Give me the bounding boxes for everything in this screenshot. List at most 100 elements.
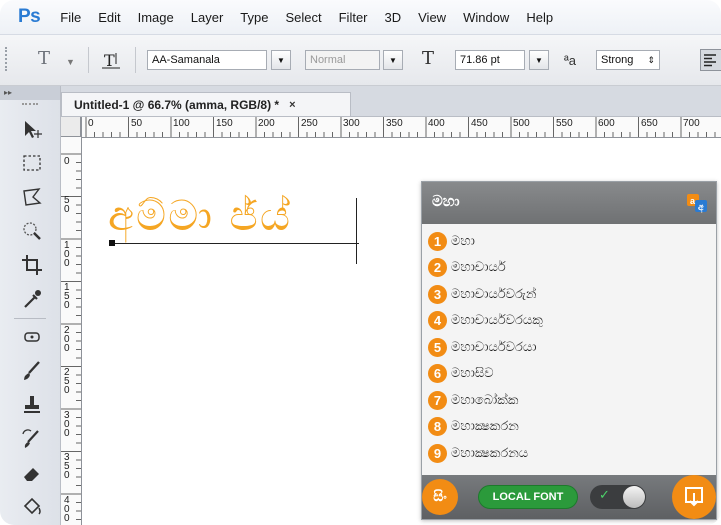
suggestion-item[interactable]: 9 මහාක්‍ෂකරනය — [428, 440, 712, 467]
menu-select[interactable]: Select — [285, 10, 321, 25]
ruler-label: 150 — [64, 282, 70, 311]
suggestion-item[interactable]: 8 මහාක්‍ෂකරන — [428, 414, 712, 441]
ruler-label: 450 — [471, 118, 488, 129]
ruler-label: 150 — [216, 118, 233, 129]
input-word: මහා — [432, 192, 460, 210]
insert-icon — [685, 487, 703, 507]
antialias-select[interactable]: Strong ⇕ — [596, 50, 660, 70]
close-tab-icon[interactable]: × — [289, 99, 295, 111]
tool-preset-arrow-icon[interactable]: ▼ — [66, 52, 75, 72]
ruler-label: 400 — [64, 495, 70, 524]
vertical-ruler[interactable]: 0 50 100 150 200 250 300 350 400 — [61, 117, 82, 525]
stamp-tool-icon[interactable] — [10, 390, 54, 420]
suggestion-item[interactable]: 4 මහාචාර්යවරයකු — [428, 308, 712, 335]
suggestion-number: 5 — [428, 337, 447, 357]
suggestion-item[interactable]: 1 මහා — [428, 228, 712, 255]
ruler-label: 700 — [683, 118, 700, 129]
menu-file[interactable]: File — [60, 10, 81, 25]
marquee-tool-icon[interactable] — [10, 148, 54, 178]
history-brush-tool-icon[interactable] — [10, 424, 54, 454]
insert-button[interactable] — [672, 475, 716, 519]
ruler-label: 300 — [343, 118, 360, 129]
ruler-label: 0 — [64, 156, 70, 167]
ruler-label: 550 — [556, 118, 573, 129]
font-family-dropdown-icon[interactable]: ▼ — [271, 50, 291, 70]
options-bar: T ▼ T AA-Samanala ▼ Normal ▼ T 71.86 pt … — [0, 35, 721, 86]
paint-bucket-tool-icon[interactable] — [10, 492, 54, 522]
document-tab-title: Untitled-1 @ 66.7% (amma, RGB/8) * — [74, 97, 280, 112]
font-size-field[interactable]: 71.86 pt — [455, 50, 525, 70]
local-font-toggle[interactable]: ✓ — [590, 485, 646, 509]
font-style-dropdown-icon[interactable]: ▼ — [383, 50, 403, 70]
menu-edit[interactable]: Edit — [98, 10, 120, 25]
suggestion-number: 2 — [428, 258, 447, 278]
options-grip[interactable] — [5, 47, 10, 71]
align-left-icon[interactable] — [700, 49, 721, 71]
type-tool-preset-icon[interactable]: T — [38, 48, 50, 69]
menu-type[interactable]: Type — [240, 10, 268, 25]
suggestion-item[interactable]: 5 මහාචාර්යවරයා — [428, 334, 712, 361]
document-tab[interactable]: Untitled-1 @ 66.7% (amma, RGB/8) * × — [61, 92, 351, 116]
suggestion-text: මහා — [451, 233, 475, 249]
ruler-label: 300 — [64, 410, 70, 439]
svg-text:අ: අ — [698, 202, 704, 213]
healing-brush-tool-icon[interactable] — [10, 322, 54, 352]
suggestion-text: මහාචාර්යවරයකු — [451, 313, 543, 329]
divider — [88, 47, 89, 73]
menu-view[interactable]: View — [418, 10, 446, 25]
suggestion-item[interactable]: 2 මහාචාර්ය — [428, 255, 712, 282]
menu-help[interactable]: Help — [526, 10, 553, 25]
crop-tool-icon[interactable] — [10, 250, 54, 280]
horizontal-ruler[interactable]: 0 50 100 150 200 250 300 350 400 450 500… — [61, 117, 721, 138]
photoshop-window: Ps File Edit Image Layer Type Select Fil… — [0, 0, 721, 525]
tools-panel-collapse-icon[interactable]: ▸▸ — [0, 86, 60, 100]
suggestion-footer: සිං LOCAL FONT ✓ — [422, 475, 716, 519]
suggestion-item[interactable]: 6 මහාසිව — [428, 361, 712, 388]
ruler-label: 350 — [386, 118, 403, 129]
suggestion-number: 4 — [428, 311, 447, 331]
brush-tool-icon[interactable] — [10, 356, 54, 386]
font-style-field[interactable]: Normal — [305, 50, 380, 70]
menu-layer[interactable]: Layer — [191, 10, 224, 25]
toggle-knob — [623, 486, 645, 508]
typed-text[interactable]: අම්මා ජ්ය් — [108, 190, 292, 242]
quick-selection-tool-icon[interactable] — [10, 216, 54, 246]
ruler-label: 100 — [64, 240, 70, 269]
ruler-label: 600 — [598, 118, 615, 129]
svg-text:T: T — [104, 51, 115, 70]
font-size-dropdown-icon[interactable]: ▼ — [529, 50, 549, 70]
move-tool-icon[interactable] — [10, 114, 54, 144]
ruler-origin[interactable] — [61, 117, 81, 137]
eraser-tool-icon[interactable] — [10, 458, 54, 488]
menu-window[interactable]: Window — [463, 10, 509, 25]
translate-icon[interactable]: a අ — [686, 192, 708, 214]
sinhala-language-button[interactable]: සිං — [422, 479, 458, 515]
suggestion-text: මහාසිව — [451, 366, 494, 382]
suggestion-item[interactable]: 3 මහාචාර්යවරුන් — [428, 281, 712, 308]
suggestion-number: 8 — [428, 417, 447, 437]
suggestion-number: 7 — [428, 390, 447, 410]
tools-grip[interactable] — [22, 103, 38, 107]
menu-3d[interactable]: 3D — [385, 10, 402, 25]
eyedropper-tool-icon[interactable] — [10, 284, 54, 314]
check-icon: ✓ — [599, 488, 610, 503]
app-logo: Ps — [18, 6, 41, 27]
text-orientation-icon[interactable]: T — [100, 47, 122, 73]
ruler-label: 200 — [64, 325, 70, 354]
text-anchor — [109, 240, 115, 246]
suggestion-panel: මහා a අ 1 මහා 2 මහාචාර්ය 3 මහාචාර්යවරුන් 4ම… — [421, 181, 717, 520]
font-family-field[interactable]: AA-Samanala — [147, 50, 267, 70]
suggestion-text: මහාචාර්යවරයා — [451, 339, 537, 355]
tools-panel: ▸▸ — [0, 86, 61, 525]
lasso-tool-icon[interactable] — [10, 182, 54, 212]
suggestion-item[interactable]: 7 මහාබෝක්ක — [428, 387, 712, 414]
ruler-label: 650 — [641, 118, 658, 129]
menu-filter[interactable]: Filter — [339, 10, 368, 25]
ruler-label: 350 — [64, 452, 70, 481]
document-tab-bar: Untitled-1 @ 66.7% (amma, RGB/8) * × — [61, 86, 721, 117]
local-font-button[interactable]: LOCAL FONT — [478, 485, 578, 509]
divider — [135, 47, 136, 73]
menu-image[interactable]: Image — [138, 10, 174, 25]
suggestion-text: මහාක්‍ෂකරනය — [451, 445, 529, 461]
suggestion-number: 6 — [428, 364, 447, 384]
